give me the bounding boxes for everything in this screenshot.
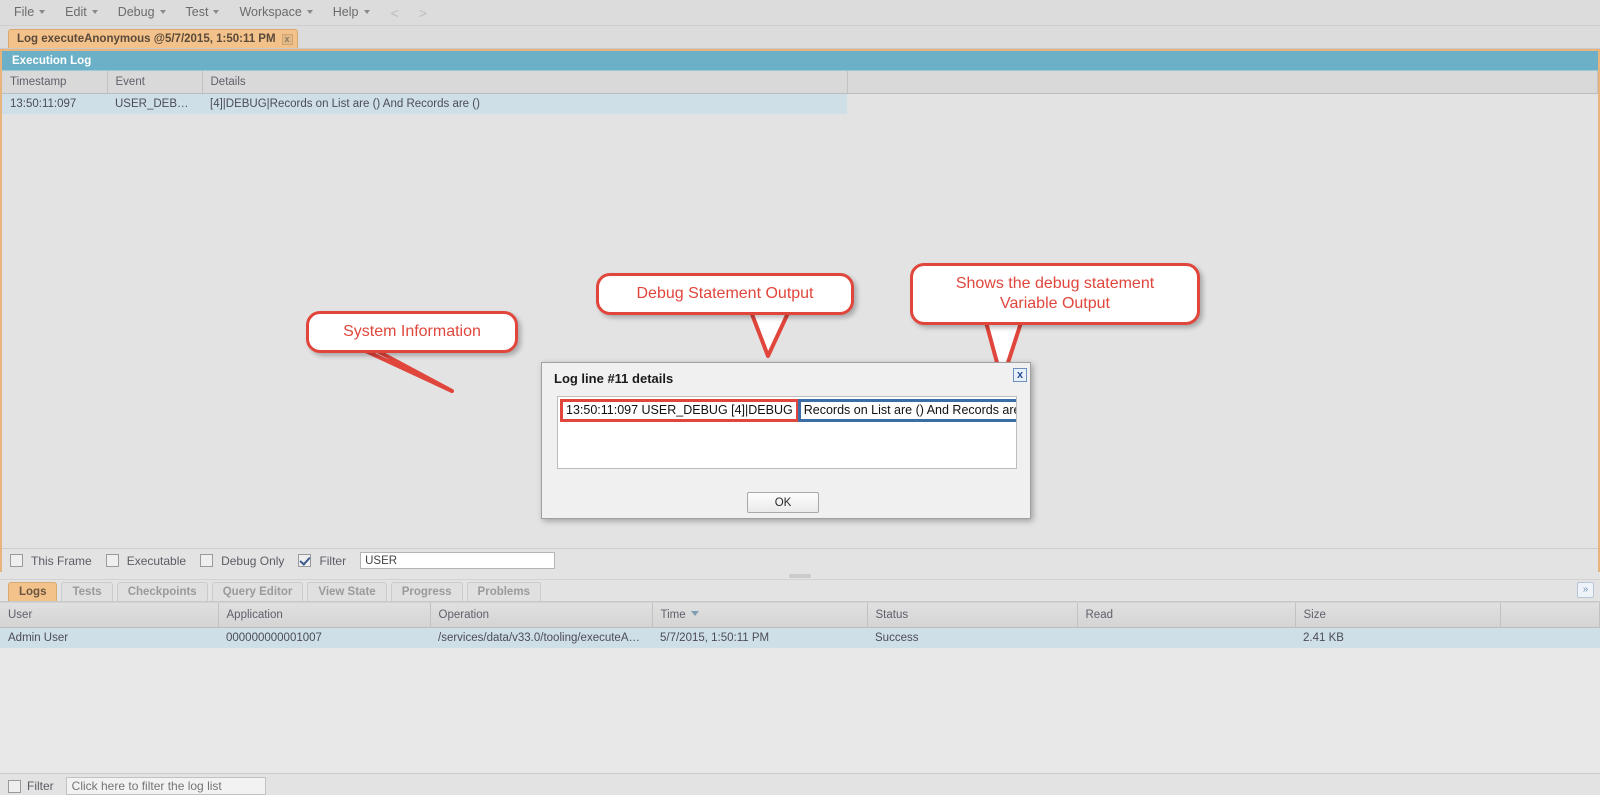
callout-variable-output-label: Shows the debug statement Variable Outpu… [955, 275, 1155, 312]
column-header-time[interactable]: Time [652, 603, 868, 628]
cell-user: Admin User [0, 627, 218, 648]
document-tab-execution-log[interactable]: Log executeAnonymous @5/7/2015, 1:50:11 … [8, 29, 298, 48]
tab-progress-label: Progress [401, 586, 452, 598]
chevron-down-icon [306, 9, 313, 14]
menu-item-test[interactable]: Test [178, 2, 230, 23]
close-icon[interactable]: x [281, 33, 293, 45]
close-icon[interactable]: x [1013, 368, 1027, 382]
column-header-application[interactable]: Application [218, 603, 431, 628]
chevron-double-down-icon[interactable]: » [1577, 582, 1594, 598]
tab-checkpoints-label: Checkpoints [127, 586, 197, 598]
tab-view-state[interactable]: View State [307, 582, 387, 601]
tab-logs-label: Logs [19, 586, 47, 598]
column-header-status[interactable]: Status [867, 603, 1078, 628]
table-row[interactable]: Admin User 000000000001007 /services/dat… [0, 627, 1600, 648]
menu-item-file-label: File [14, 5, 35, 19]
log-list-table: User Application Operation Time Status R… [0, 603, 1600, 648]
tab-view-state-label: View State [318, 586, 376, 598]
tab-query-editor[interactable]: Query Editor [211, 582, 304, 601]
dialog-title: Log line #11 details [554, 371, 674, 386]
callout-debug-statement-output: Debug Statement Output [596, 273, 854, 315]
menu-item-file[interactable]: File [6, 2, 55, 23]
callout-debug-statement-output-label: Debug Statement Output [636, 285, 814, 302]
chevron-down-icon [213, 9, 220, 14]
tab-tests-label: Tests [72, 586, 102, 598]
execution-log-panel: Execution Log Timestamp Event Details 13… [0, 49, 1600, 572]
menu-item-debug[interactable]: Debug [110, 2, 176, 23]
column-header-time-label: Time [660, 608, 686, 621]
log-line-content: 13:50:11:097 USER_DEBUG [4]|DEBUG Records… [560, 399, 1016, 422]
menu-item-edit-label: Edit [65, 5, 87, 19]
splitter-handle[interactable] [789, 574, 811, 578]
system-information-highlight: 13:50:11:097 USER_DEBUG [4]|DEBUG [560, 399, 799, 422]
column-header-operation[interactable]: Operation [430, 603, 653, 628]
sort-descending-icon [690, 611, 699, 617]
callout-system-information-label: System Information [343, 323, 481, 340]
cell-operation: /services/data/v33.0/tooling/executeAn..… [430, 627, 652, 648]
variable-output-highlight: Records on List are () And Records are (… [797, 399, 1016, 422]
menu-item-test-label: Test [185, 5, 209, 19]
tab-checkpoints[interactable]: Checkpoints [116, 582, 208, 601]
menu-item-workspace-label: Workspace [239, 5, 302, 19]
chevron-down-icon [363, 9, 370, 14]
menu-item-help-label: Help [332, 5, 359, 19]
log-list-panel: User Application Operation Time Status R… [0, 602, 1600, 773]
tab-query-editor-label: Query Editor [222, 586, 293, 598]
tab-tests[interactable]: Tests [61, 582, 113, 601]
callout-system-information: System Information [306, 311, 518, 353]
cell-size: 2.41 KB [1295, 627, 1500, 648]
chevron-down-icon [91, 9, 98, 14]
cell-status: Success [867, 627, 1077, 648]
dialog-log-text[interactable]: 13:50:11:097 USER_DEBUG [4]|DEBUG Records… [557, 396, 1017, 469]
nav-forward-icon[interactable]: > [410, 3, 436, 23]
tab-problems[interactable]: Problems [466, 582, 541, 601]
document-tab-label: Log executeAnonymous @5/7/2015, 1:50:11 … [17, 33, 276, 45]
chevron-down-icon [39, 9, 46, 14]
tab-logs[interactable]: Logs [8, 582, 58, 601]
column-header-read[interactable]: Read [1077, 603, 1296, 628]
nav-back-icon[interactable]: < [382, 3, 408, 23]
cell-filler [1500, 627, 1600, 648]
column-header-filler [1500, 603, 1600, 628]
ok-button[interactable]: OK [747, 492, 819, 513]
log-list-filter-input[interactable] [65, 777, 266, 795]
menu-item-edit[interactable]: Edit [57, 2, 108, 23]
tab-progress[interactable]: Progress [390, 582, 463, 601]
cell-application: 000000000001007 [218, 627, 430, 648]
menu-item-help[interactable]: Help [325, 2, 380, 23]
cell-time: 5/7/2015, 1:50:11 PM [652, 627, 867, 648]
callout-variable-output: Shows the debug statement Variable Outpu… [910, 263, 1200, 325]
log-line-details-dialog: Log line #11 details x 13:50:11:097 USER… [541, 362, 1031, 519]
column-header-user[interactable]: User [0, 603, 219, 628]
document-tab-strip: Log executeAnonymous @5/7/2015, 1:50:11 … [0, 26, 1600, 49]
log-list-filter-checkbox[interactable] [8, 779, 21, 793]
chevron-down-icon [159, 9, 166, 14]
menu-bar: File Edit Debug Test Workspace Help < > [0, 0, 1600, 26]
log-list-header-row: User Application Operation Time Status R… [0, 603, 1600, 628]
menu-item-debug-label: Debug [117, 5, 155, 19]
log-list-filter-bar: Filter [0, 773, 1600, 795]
column-header-size[interactable]: Size [1295, 603, 1501, 628]
bottom-tab-bar: Logs Tests Checkpoints Query Editor View… [0, 580, 1600, 602]
log-list-filter-label[interactable]: Filter [27, 779, 54, 793]
menu-item-workspace[interactable]: Workspace [231, 2, 322, 23]
tab-problems-label: Problems [477, 586, 530, 598]
cell-read [1077, 627, 1295, 648]
